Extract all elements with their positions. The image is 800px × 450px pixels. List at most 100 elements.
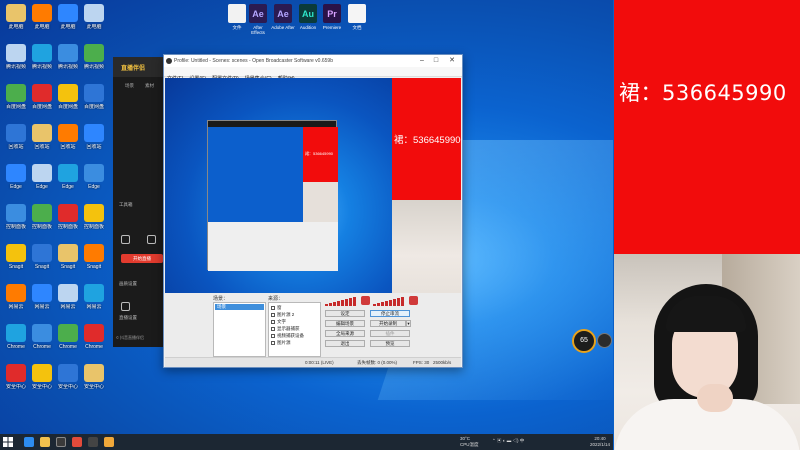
- desktop-shortcut-icon[interactable]: 腾讯视频: [81, 44, 107, 78]
- taskbar-obs-icon[interactable]: [56, 437, 66, 447]
- desktop-shortcut-icon[interactable]: 百度网盘: [81, 84, 107, 118]
- desktop-shortcut-icon[interactable]: 网易云: [29, 284, 55, 318]
- obs-preview[interactable]: 裙：536645990 裙：536645990: [165, 78, 461, 293]
- desktop-shortcut-icon[interactable]: Snagit: [81, 244, 107, 278]
- desktop-shortcut-icon[interactable]: 回收站: [3, 124, 29, 158]
- desktop-shortcut-icon[interactable]: 百度网盘: [29, 84, 55, 118]
- source-item[interactable]: 视频捕获设备: [271, 333, 304, 339]
- desktop-app-shortcut[interactable]: Ae After Effects: [246, 4, 270, 38]
- desktop-shortcut-icon[interactable]: 网易云: [3, 284, 29, 318]
- assistant-quality-setting[interactable]: 画质设置: [119, 281, 137, 287]
- desktop-shortcut-icon[interactable]: 控制面板: [29, 204, 55, 238]
- desktop-shortcut-icon[interactable]: 百度网盘: [3, 84, 29, 118]
- preview-promo-text: 裙：536645990: [394, 135, 461, 146]
- assistant-live-setting[interactable]: 直播设置: [119, 315, 137, 321]
- start-recording-button[interactable]: 开始录制: [370, 320, 406, 327]
- source-item[interactable]: 窗: [271, 305, 282, 311]
- close-icon[interactable]: ✕: [446, 55, 458, 67]
- float-ball-icon[interactable]: [597, 333, 612, 348]
- recording-options-dropdown[interactable]: ▾: [406, 320, 411, 327]
- taskbar-edge-icon[interactable]: [24, 437, 34, 447]
- source-visibility-checkbox[interactable]: [271, 327, 275, 331]
- source-item[interactable]: 文字: [271, 319, 286, 325]
- windows-start-icon[interactable]: [3, 437, 13, 447]
- source-visibility-checkbox[interactable]: [271, 334, 275, 338]
- obs-titlebar[interactable]: Profile: Untitled - Scenes: scenes - Ope…: [164, 55, 462, 67]
- source-visibility-checkbox[interactable]: [271, 320, 275, 324]
- desktop-shortcut-icon[interactable]: 腾讯视频: [29, 44, 55, 78]
- desktop-shortcut-icon[interactable]: 安全中心: [81, 364, 107, 398]
- source-visibility-checkbox[interactable]: [271, 306, 275, 310]
- desktop-shortcut-icon[interactable]: Snagit: [3, 244, 29, 278]
- preview-button[interactable]: 预览: [370, 340, 410, 347]
- obs-statusbar: 0:00:11 (LIVE) 丢失帧数: 0 (0.00%) FPS: 30 2…: [165, 357, 461, 367]
- sources-list[interactable]: 窗图片源 2 文字 显示器捕获 视频捕获设备 图片源: [268, 302, 321, 357]
- source-visibility-checkbox[interactable]: [271, 313, 275, 317]
- scene-item-selected[interactable]: 场景: [215, 304, 264, 310]
- assistant-toolbox[interactable]: 工具箱: [119, 202, 133, 208]
- global-sources-button[interactable]: 全局来源: [325, 330, 365, 337]
- source-item[interactable]: 显示器捕获: [271, 326, 300, 332]
- taskbar-assistant-icon[interactable]: [104, 437, 114, 447]
- desktop-shortcut-icon[interactable]: Chrome: [29, 324, 55, 358]
- desktop-shortcut-icon[interactable]: 回收站: [29, 124, 55, 158]
- desktop-shortcut-icon[interactable]: 此电脑: [55, 4, 81, 38]
- desktop-app-shortcut[interactable]: 文档: [345, 4, 369, 38]
- performance-badge[interactable]: 65: [572, 329, 596, 353]
- desktop-shortcut-icon[interactable]: Chrome: [81, 324, 107, 358]
- scenes-list[interactable]: 场景: [213, 302, 266, 357]
- maximize-icon[interactable]: □: [430, 55, 442, 67]
- desktop-shortcut-icon[interactable]: 控制面板: [81, 204, 107, 238]
- desktop-shortcut-icon[interactable]: Chrome: [55, 324, 81, 358]
- desktop-app-shortcut[interactable]: Pr Premiere: [320, 4, 344, 38]
- desktop-shortcut-icon[interactable]: 控制面板: [3, 204, 29, 238]
- source-item[interactable]: 图片源 2: [271, 312, 294, 318]
- stop-stream-button[interactable]: 停止串流: [370, 310, 410, 317]
- assistant-tab-scenes[interactable]: 场景: [125, 83, 134, 89]
- download-icon[interactable]: [147, 235, 156, 244]
- quality-icon[interactable]: [121, 235, 130, 244]
- taskbar-explorer-icon[interactable]: [40, 437, 50, 447]
- taskbar-clock[interactable]: 20:40 2022/1/14: [590, 436, 610, 448]
- start-live-button[interactable]: 开始直播: [121, 254, 163, 263]
- desktop-app-shortcut[interactable]: Au Audition: [296, 4, 320, 38]
- mute-mic-icon[interactable]: [409, 296, 418, 305]
- source-visibility-checkbox[interactable]: [271, 341, 275, 345]
- desktop-shortcut-icon[interactable]: Edge: [3, 164, 29, 198]
- desktop-shortcut-icon[interactable]: Snagit: [29, 244, 55, 278]
- assistant-tab-assets[interactable]: 素材: [145, 83, 154, 89]
- desktop-shortcut-icon[interactable]: Chrome: [3, 324, 29, 358]
- taskbar-app2-icon[interactable]: [88, 437, 98, 447]
- mute-desktop-icon[interactable]: [361, 296, 370, 305]
- desktop-shortcut-icon[interactable]: 腾讯视频: [3, 44, 29, 78]
- minimize-icon[interactable]: –: [416, 55, 428, 67]
- shortcut-label: 腾讯视频: [83, 64, 104, 70]
- desktop-shortcut-icon[interactable]: 此电脑: [29, 4, 55, 38]
- taskbar-app-icon[interactable]: [72, 437, 82, 447]
- desktop-shortcut-icon[interactable]: 网易云: [55, 284, 81, 318]
- source-item[interactable]: 图片源: [271, 340, 291, 346]
- desktop-shortcut-icon[interactable]: 安全中心: [29, 364, 55, 398]
- edit-scene-button[interactable]: 编辑场景: [325, 320, 365, 327]
- desktop-shortcut-icon[interactable]: Edge: [29, 164, 55, 198]
- desktop-shortcut-icon[interactable]: 网易云: [81, 284, 107, 318]
- settings-button[interactable]: 设定: [325, 310, 365, 317]
- desktop-shortcut-icon[interactable]: 百度网盘: [55, 84, 81, 118]
- desktop-shortcut-icon[interactable]: 控制面板: [55, 204, 81, 238]
- plugins-button[interactable]: 插件: [370, 330, 410, 337]
- desktop-app-shortcut[interactable]: Ae Adobe After: [271, 4, 295, 38]
- desktop-shortcut-icon[interactable]: 安全中心: [3, 364, 29, 398]
- desktop-shortcut-icon[interactable]: 回收站: [55, 124, 81, 158]
- meter-segment: [377, 303, 380, 306]
- desktop-shortcut-icon[interactable]: 此电脑: [3, 4, 29, 38]
- tray-icons[interactable]: ⌃ ▣ ◐ ▬ ◁) 中: [492, 438, 524, 444]
- desktop-shortcut-icon[interactable]: 安全中心: [55, 364, 81, 398]
- desktop-shortcut-icon[interactable]: 腾讯视频: [55, 44, 81, 78]
- desktop-shortcut-icon[interactable]: Edge: [81, 164, 107, 198]
- desktop-shortcut-icon[interactable]: 此电脑: [81, 4, 107, 38]
- exit-button[interactable]: 退出: [325, 340, 365, 347]
- desktop-shortcut-icon[interactable]: Snagit: [55, 244, 81, 278]
- desktop-shortcut-icon[interactable]: Edge: [55, 164, 81, 198]
- desktop-shortcut-icon[interactable]: 回收站: [81, 124, 107, 158]
- settings-icon[interactable]: [121, 302, 130, 311]
